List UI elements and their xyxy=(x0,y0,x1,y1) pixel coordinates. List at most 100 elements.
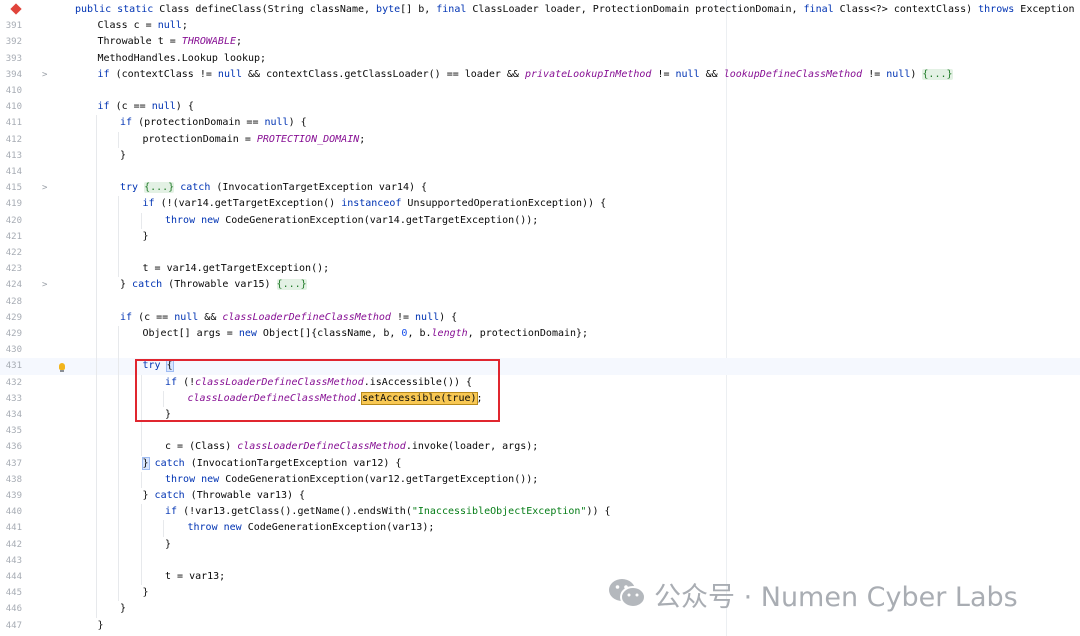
code-token: throw new xyxy=(187,522,248,534)
code-editor[interactable]: public static Class defineClass(String c… xyxy=(0,0,1080,636)
intention-bulb-icon[interactable] xyxy=(59,363,65,372)
code-text: throw new CodeGenerationException(var12.… xyxy=(165,472,538,488)
code-line[interactable]: 429 if (c == null && classLoaderDefineCla… xyxy=(0,310,1080,326)
fold-toggle-icon[interactable]: > xyxy=(42,67,47,83)
code-token: ) { xyxy=(288,117,307,129)
code-line[interactable]: 436 c = (Class) classLoaderDefineClassMet… xyxy=(0,439,1080,455)
fold-toggle-icon[interactable]: > xyxy=(42,277,47,293)
code-line[interactable]: 439 } catch (Throwable var13) { xyxy=(0,488,1080,504)
code-token: ; xyxy=(359,133,366,145)
indent-guide xyxy=(118,585,119,602)
line-number: 444 xyxy=(5,572,22,582)
indent-guide xyxy=(140,569,142,586)
folded-region[interactable]: {...} xyxy=(276,279,307,291)
indent-guide xyxy=(95,164,97,181)
code-token: (Throwable var13) { xyxy=(190,490,306,501)
code-line[interactable]: 440 if (!var13.getClass().getName().endsW… xyxy=(0,504,1080,520)
code-line[interactable]: 419 if (!(var14.getTargetException() inst… xyxy=(0,196,1080,212)
indent-guide xyxy=(118,536,119,553)
wechat-icon xyxy=(608,577,646,611)
code-token: catch xyxy=(154,457,191,469)
code-line[interactable]: 423 t = var14.getTargetException(); xyxy=(0,261,1080,277)
indent-guide xyxy=(95,115,97,132)
code-token: } xyxy=(120,603,127,615)
code-line[interactable]: public static Class defineClass(String c… xyxy=(0,2,1080,18)
code-token: && contextClass.getClassLoader() == load… xyxy=(248,68,525,80)
code-line[interactable]: 410 xyxy=(0,83,1080,99)
code-text: t = var13; xyxy=(165,569,225,585)
code-line[interactable]: 428 xyxy=(0,294,1080,310)
code-token: new xyxy=(238,328,263,339)
fold-toggle-icon[interactable]: > xyxy=(42,180,47,196)
code-text: MethodHandles.Lookup lookup; xyxy=(98,51,267,67)
indent-guide xyxy=(95,147,97,164)
code-token: && xyxy=(204,311,223,323)
code-text: } xyxy=(143,585,149,601)
line-number: 446 xyxy=(5,604,22,615)
line-number: 412 xyxy=(5,134,22,145)
code-line[interactable]: 435 xyxy=(0,423,1080,439)
code-line[interactable]: 421} xyxy=(0,229,1080,245)
code-token: null xyxy=(675,68,706,80)
code-line[interactable]: 438 throw new CodeGenerationException(var… xyxy=(0,472,1080,488)
indent-guide xyxy=(140,212,142,229)
folded-region[interactable]: {...} xyxy=(144,182,175,194)
code-line[interactable]: 424 >} catch (Throwable var15) {...} xyxy=(0,277,1080,293)
code-line[interactable]: 413} xyxy=(0,148,1080,164)
code-line[interactable]: 391 Class c = null; xyxy=(0,18,1080,34)
line-number: 430 xyxy=(5,345,22,356)
code-line[interactable]: 394 > if (contextClass != null && contextC… xyxy=(0,67,1080,83)
code-line[interactable]: 437} catch (InvocationTargetException va… xyxy=(0,456,1080,472)
code-token: != xyxy=(651,68,676,80)
code-token: (!var13.getClass().getName().endsWith( xyxy=(183,506,412,518)
indent-guide xyxy=(140,520,142,537)
indent-guide xyxy=(95,569,97,586)
code-line[interactable]: 412 protectionDomain = PROTECTION_DOMAIN; xyxy=(0,132,1080,148)
code-line[interactable]: 430 xyxy=(0,342,1080,358)
code-token: , protectionDomain}; xyxy=(467,328,589,339)
code-token: if xyxy=(142,198,161,210)
indent-guide xyxy=(118,488,119,505)
line-number: 447 xyxy=(5,620,22,631)
indent-guide xyxy=(118,407,119,424)
code-token: } xyxy=(142,230,149,242)
code-line[interactable]: 442} xyxy=(0,537,1080,553)
code-token: CodeGenerationException(var12.getTargetE… xyxy=(225,473,539,485)
line-number: 442 xyxy=(5,539,22,550)
code-line[interactable]: 410 if (c == null) { xyxy=(0,99,1080,115)
folded-region[interactable]: {...} xyxy=(922,68,953,80)
code-text: } catch (Throwable var13) { xyxy=(143,488,306,504)
code-token: (c == xyxy=(115,101,152,113)
indent-guide xyxy=(95,212,97,229)
code-token: )) { xyxy=(586,506,611,518)
code-token: Object[] args = xyxy=(142,328,239,339)
code-line[interactable]: 414 xyxy=(0,164,1080,180)
code-line[interactable]: 441 throw new CodeGenerationException(var… xyxy=(0,520,1080,536)
code-line[interactable]: 443 xyxy=(0,553,1080,569)
code-token: ) { xyxy=(175,101,194,113)
indent-guide xyxy=(118,326,119,343)
line-number: 413 xyxy=(5,150,22,161)
line-number: 411 xyxy=(5,118,22,129)
code-token: } xyxy=(142,490,155,501)
code-line[interactable]: 411 if (protectionDomain == null) { xyxy=(0,115,1080,131)
code-token: privateLookupInMethod xyxy=(524,68,652,80)
code-text: if (c == null) { xyxy=(98,99,194,115)
code-token: ) xyxy=(910,68,923,80)
code-line[interactable]: 393 MethodHandles.Lookup lookup; xyxy=(0,51,1080,67)
code-line[interactable]: 392 Throwable t = THROWABLE; xyxy=(0,34,1080,50)
indent-guide xyxy=(95,131,97,148)
code-token: } xyxy=(120,279,133,291)
code-token: classLoaderDefineClassMethod xyxy=(222,311,391,323)
line-number: 414 xyxy=(5,167,22,177)
code-line[interactable]: 429 Object[] args = new Object[]{classNam… xyxy=(0,326,1080,342)
code-token: .invoke(loader, args); xyxy=(405,441,539,453)
code-line[interactable]: 447} xyxy=(0,618,1080,634)
code-line[interactable]: 420 throw new CodeGenerationException(var… xyxy=(0,213,1080,229)
code-token: && xyxy=(705,68,724,80)
code-line[interactable]: 415 > try {...} catch (InvocationTargetExc… xyxy=(0,180,1080,196)
code-text: if (c == null && classLoaderDefineClassM… xyxy=(120,310,457,326)
line-number: 439 xyxy=(5,491,22,501)
code-token: protectionDomain = xyxy=(142,133,257,145)
code-line[interactable]: 422 xyxy=(0,245,1080,261)
